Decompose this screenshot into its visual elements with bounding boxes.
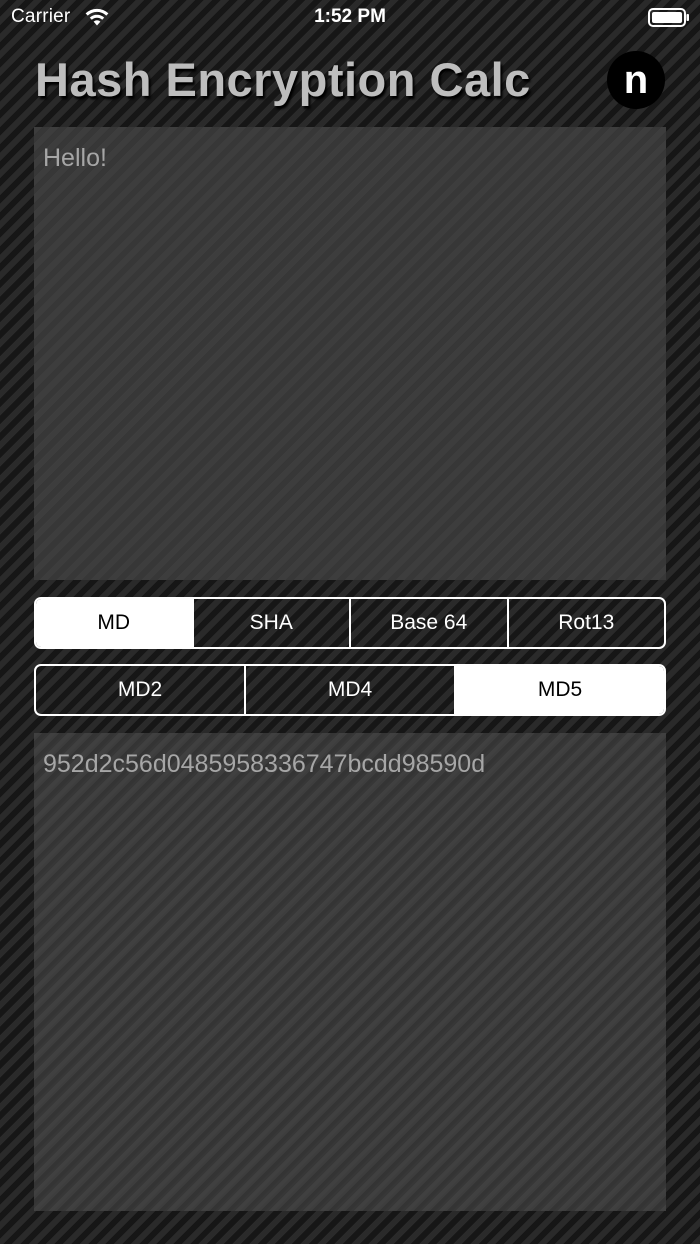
output-text-area[interactable]: 952d2c56d0485958336747bcdd98590d [34, 733, 666, 1211]
segment-md5[interactable]: MD5 [454, 666, 664, 714]
logo-letter: n [623, 58, 649, 102]
segment-md2[interactable]: MD2 [36, 666, 244, 714]
segment-sha[interactable]: SHA [191, 599, 350, 647]
app-logo-button[interactable]: n [607, 51, 665, 109]
algorithm-family-selector: MD SHA Base 64 Rot13 [34, 597, 666, 649]
segment-md4[interactable]: MD4 [244, 666, 454, 714]
input-text-area[interactable]: Hello! [34, 127, 666, 580]
app-title: Hash Encryption Calc [35, 53, 531, 106]
segment-base64[interactable]: Base 64 [349, 599, 507, 647]
segment-rot13[interactable]: Rot13 [506, 599, 665, 647]
battery-icon [648, 8, 689, 27]
status-bar: Carrier 1:52 PM [0, 0, 700, 36]
algorithm-variant-selector: MD2 MD4 MD5 [34, 664, 666, 716]
status-time: 1:52 PM [314, 6, 386, 27]
segment-md[interactable]: MD [36, 599, 192, 647]
